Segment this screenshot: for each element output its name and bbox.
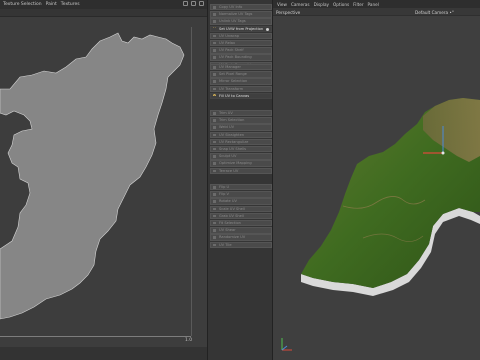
uv-header-icons	[183, 1, 204, 6]
uv-tools-panel: Copy UV Info Normalize UV Tags Unlink UV…	[207, 0, 273, 360]
tool-optimize-mapping[interactable]: Optimize Mapping	[210, 160, 272, 167]
tool-unlink-uv-tags[interactable]: Unlink UV Tags	[210, 18, 272, 25]
tool-randomize-uv[interactable]: Randomize UV	[210, 234, 272, 241]
tool-rotate-uv[interactable]: Rotate UV	[210, 198, 272, 205]
tool-uv-pack-bounding[interactable]: UV Pack Bounding	[210, 54, 272, 61]
tool-flip-v[interactable]: Flip V	[210, 191, 272, 198]
tool-copy-uv-info[interactable]: Copy UV Info	[210, 4, 272, 11]
tool-terrace-uv[interactable]: Terrace UV	[210, 167, 272, 174]
uv-bottom-boundary	[0, 336, 191, 337]
zoom-view-icon[interactable]	[191, 1, 196, 6]
wrench-icon: ✕	[212, 25, 217, 31]
tool-uv-manager[interactable]: UV Manager	[210, 64, 272, 71]
tool-scale-uv-shell[interactable]: Scale UV Shell	[210, 205, 272, 212]
uv-coordinate-label: 1.0	[185, 338, 193, 343]
uv-canvas[interactable]: 1.0	[0, 17, 207, 347]
uv-shell	[0, 32, 185, 320]
uv-toolbar	[0, 9, 207, 17]
tool-uv-shear[interactable]: UV Shear	[210, 227, 272, 234]
uv-menu-textures[interactable]: Textures	[61, 2, 80, 7]
tool-normalize-uv-tags[interactable]: Normalize UV Tags	[210, 11, 272, 18]
tool-fill-uv-label: Fill UV to Canvas	[219, 94, 250, 98]
tool-uv-unwrap[interactable]: UV Unwrap	[210, 32, 272, 40]
viewport-camera-label[interactable]: Default Camera •°	[415, 10, 454, 15]
tool-snap-uv-shells[interactable]: Snap UV Shells	[210, 145, 272, 153]
tool-sculpt-uv[interactable]: Sculpt UV	[210, 153, 272, 160]
tool-uv-rectangulize[interactable]: UV Rectangulize	[210, 138, 272, 146]
tool-trim-selection[interactable]: Trim Selection	[210, 117, 272, 124]
terrain-render	[301, 98, 480, 296]
tool-uv-relax[interactable]: UV Relax	[210, 39, 272, 47]
vp-menu-cameras[interactable]: Cameras	[291, 2, 310, 7]
vp-menu-panel[interactable]: Panel	[368, 2, 379, 7]
uv-editor-panel: Texture Selection Paint Textures 1.0	[0, 0, 207, 360]
uv-shell-graphic	[0, 32, 185, 320]
tool-fit-selection[interactable]: Fit Selection	[210, 219, 272, 227]
uv-footer	[0, 347, 207, 360]
tool-grab-uv-shell[interactable]: Grab UV Shell	[210, 212, 272, 220]
tool-uv-pack-shelf[interactable]: UV Pack Shelf	[210, 47, 272, 54]
tool-set-uvw-label: Set UVW from Projection	[219, 26, 264, 31]
tool-uv-straighten[interactable]: UV Straighten	[210, 131, 272, 138]
perspective-viewport[interactable]: View Cameras Display Options Filter Pane…	[273, 0, 480, 360]
vp-menu-view[interactable]: View	[277, 2, 287, 7]
tool-group-4: Trim UV Trim Selection Weld UV UV Straig…	[210, 110, 272, 175]
tool-set-pixel-range[interactable]: Set Pixel Range	[210, 71, 272, 78]
vp-menu-display[interactable]: Display	[314, 2, 329, 7]
tool-uv-tile[interactable]: UV Tile	[210, 241, 272, 248]
viewport-title: Perspective	[276, 9, 301, 15]
uv-menu-texture-selection[interactable]: Texture Selection	[3, 2, 42, 7]
maximize-panel-icon[interactable]	[199, 1, 204, 6]
tool-mirror-selection[interactable]: Mirror Selection	[210, 78, 272, 85]
tool-trim-uv[interactable]: Trim UV	[210, 110, 272, 117]
uv-menubar: Texture Selection Paint Textures	[0, 0, 207, 9]
viewport-menubar: View Cameras Display Options Filter Pane…	[273, 0, 480, 8]
axis-handle-center	[441, 151, 445, 155]
axis-gizmo-icon	[281, 338, 292, 351]
tool-fill-uv-to-canvas[interactable]: ⊠ Fill UV to Canvas	[210, 93, 272, 100]
fill-canvas-icon: ⊠	[212, 93, 217, 98]
app-window: Texture Selection Paint Textures 1.0 Cop…	[0, 0, 480, 360]
tool-uv-transform[interactable]: UV Transform	[210, 85, 272, 92]
tool-set-uvw-from-projection[interactable]: ✕ Set UVW from Projection	[210, 25, 272, 32]
uv-right-boundary	[191, 27, 192, 336]
tool-weld-uv[interactable]: Weld UV	[210, 124, 272, 131]
tool-group-1: Copy UV Info Normalize UV Tags Unlink UV…	[210, 4, 272, 69]
options-dot-icon[interactable]	[266, 27, 269, 31]
vp-menu-options[interactable]: Options	[333, 2, 349, 7]
tool-group-2: UV Manager Set Pixel Range Mirror Select…	[210, 64, 272, 93]
tool-group-5: Flip U Flip V Rotate UV Scale UV Shell G…	[210, 184, 272, 249]
vp-menu-filter[interactable]: Filter	[353, 2, 363, 7]
move-view-icon[interactable]	[183, 1, 188, 6]
viewport-header: Perspective Default Camera •°	[273, 8, 480, 16]
uv-menu-paint[interactable]: Paint	[46, 2, 57, 7]
tool-flip-u[interactable]: Flip U	[210, 184, 272, 191]
tool-group-3: ⊠ Fill UV to Canvas	[210, 93, 272, 100]
